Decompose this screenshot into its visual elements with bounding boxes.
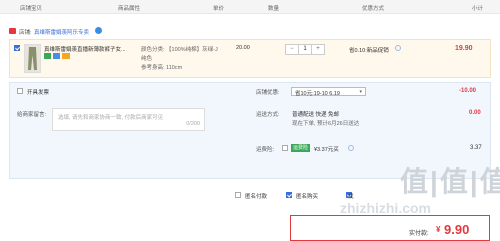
- chevron-down-icon: ▾: [359, 89, 362, 95]
- col-header-price: 单价: [213, 6, 225, 12]
- cart-item-row: 真维斯雷娟羡直播新薄款裤子女... 颜色分类: 【100%纯棉】灰绿-J 纯色 …: [9, 39, 491, 78]
- message-textarea[interactable]: 选填, 请先和商家协商一致, 付款后商家可见 0/200: [52, 108, 205, 131]
- product-title[interactable]: 真维斯雷娟羡直播新薄款裤子女...: [44, 45, 139, 53]
- pants-image-icon: [28, 47, 37, 70]
- wangwang-chat-icon[interactable]: [95, 27, 102, 34]
- col-header-promo: 优惠方式: [362, 6, 385, 12]
- item-subtotal: 19.90: [455, 45, 473, 52]
- col-header-info: 店铺宝贝: [20, 6, 43, 12]
- badge-service-icon: [53, 53, 60, 59]
- insurance-text: ¥3.37元买: [314, 147, 339, 153]
- total-label: 实付款:: [409, 231, 429, 237]
- store-coupon-label: 店铺优惠:: [256, 90, 280, 96]
- message-label: 给商家留言:: [17, 112, 47, 118]
- col-header-qty: 数量: [268, 6, 280, 12]
- anon-pay-label[interactable]: 匿名付款: [245, 192, 267, 200]
- watermark-logo: 值|值|值: [400, 166, 500, 197]
- store-icon: [9, 28, 16, 34]
- badge-guarantee-icon: [62, 53, 70, 59]
- total-payment-box: 实付款: ¥ 9.90: [290, 215, 490, 241]
- insurance-amount: 3.37: [470, 145, 482, 151]
- anon-buy-checkbox[interactable]: [286, 192, 292, 198]
- attr-height: 参考身高: 110cm: [141, 65, 183, 71]
- store-coupon-selected: 省10元:19-10 6.19: [295, 91, 340, 97]
- invoice-label[interactable]: 开具发票: [27, 88, 49, 96]
- store-coupon-select[interactable]: 省10元:19-10 6.19 ▾: [291, 87, 366, 97]
- invoice-checkbox[interactable]: [17, 88, 23, 94]
- message-counter: 0/200: [186, 121, 200, 127]
- shipping-method[interactable]: 普通配送 快递 免邮: [292, 110, 339, 118]
- attr-category: 颜色分类: 【100%纯棉】灰绿-J: [141, 47, 218, 53]
- promo-text: 省0.10:新品促销: [349, 48, 389, 54]
- anon-buy-label[interactable]: 匿名购买: [296, 192, 318, 200]
- store-prefix: 店铺:: [19, 30, 32, 36]
- order-table-header: 店铺宝贝 商品属性 单价 数量 优惠方式 小计: [0, 0, 500, 14]
- message-placeholder: 选填, 请先和商家协商一致, 付款后商家可见: [58, 115, 164, 121]
- col-header-attr: 商品属性: [118, 6, 141, 12]
- col-header-subtotal: 小计: [472, 6, 484, 12]
- insurance-info-icon[interactable]: [348, 145, 354, 151]
- quantity-stepper[interactable]: − 1 +: [285, 44, 325, 55]
- insurance-tag: 运费险: [291, 144, 311, 152]
- qty-input[interactable]: 1: [298, 45, 312, 54]
- anon-pay-checkbox[interactable]: [235, 192, 241, 198]
- insurance-checkbox[interactable]: [282, 145, 288, 151]
- insurance-label: 运费险:: [256, 147, 275, 153]
- qty-plus-button[interactable]: +: [312, 45, 324, 54]
- total-currency: ¥: [436, 225, 441, 234]
- shipping-label: 运送方式:: [256, 112, 280, 118]
- shipping-eta: 现在下单, 预计6月26日送达: [292, 121, 360, 127]
- item-checkbox[interactable]: [14, 45, 20, 51]
- unit-price: 20.00: [236, 45, 250, 51]
- store-row: 店铺: 真维斯雷娟羡阿乐专卖: [0, 25, 500, 37]
- total-amount: 9.90: [444, 222, 470, 237]
- store-coupon-amount: -10.00: [459, 88, 477, 94]
- store-name[interactable]: 真维斯雷娟羡阿乐专卖: [34, 28, 89, 36]
- watermark-url: zhizhizhi.com: [340, 200, 431, 216]
- promo-info-icon[interactable]: [395, 45, 401, 51]
- badge-seven-day-icon: [44, 53, 51, 59]
- other-label[interactable]: 找: [348, 192, 354, 200]
- product-thumbnail[interactable]: [24, 44, 41, 73]
- qty-minus-button[interactable]: −: [286, 45, 298, 54]
- shipping-amount: 0.00: [469, 110, 481, 116]
- attr-color: 纯色: [141, 56, 153, 62]
